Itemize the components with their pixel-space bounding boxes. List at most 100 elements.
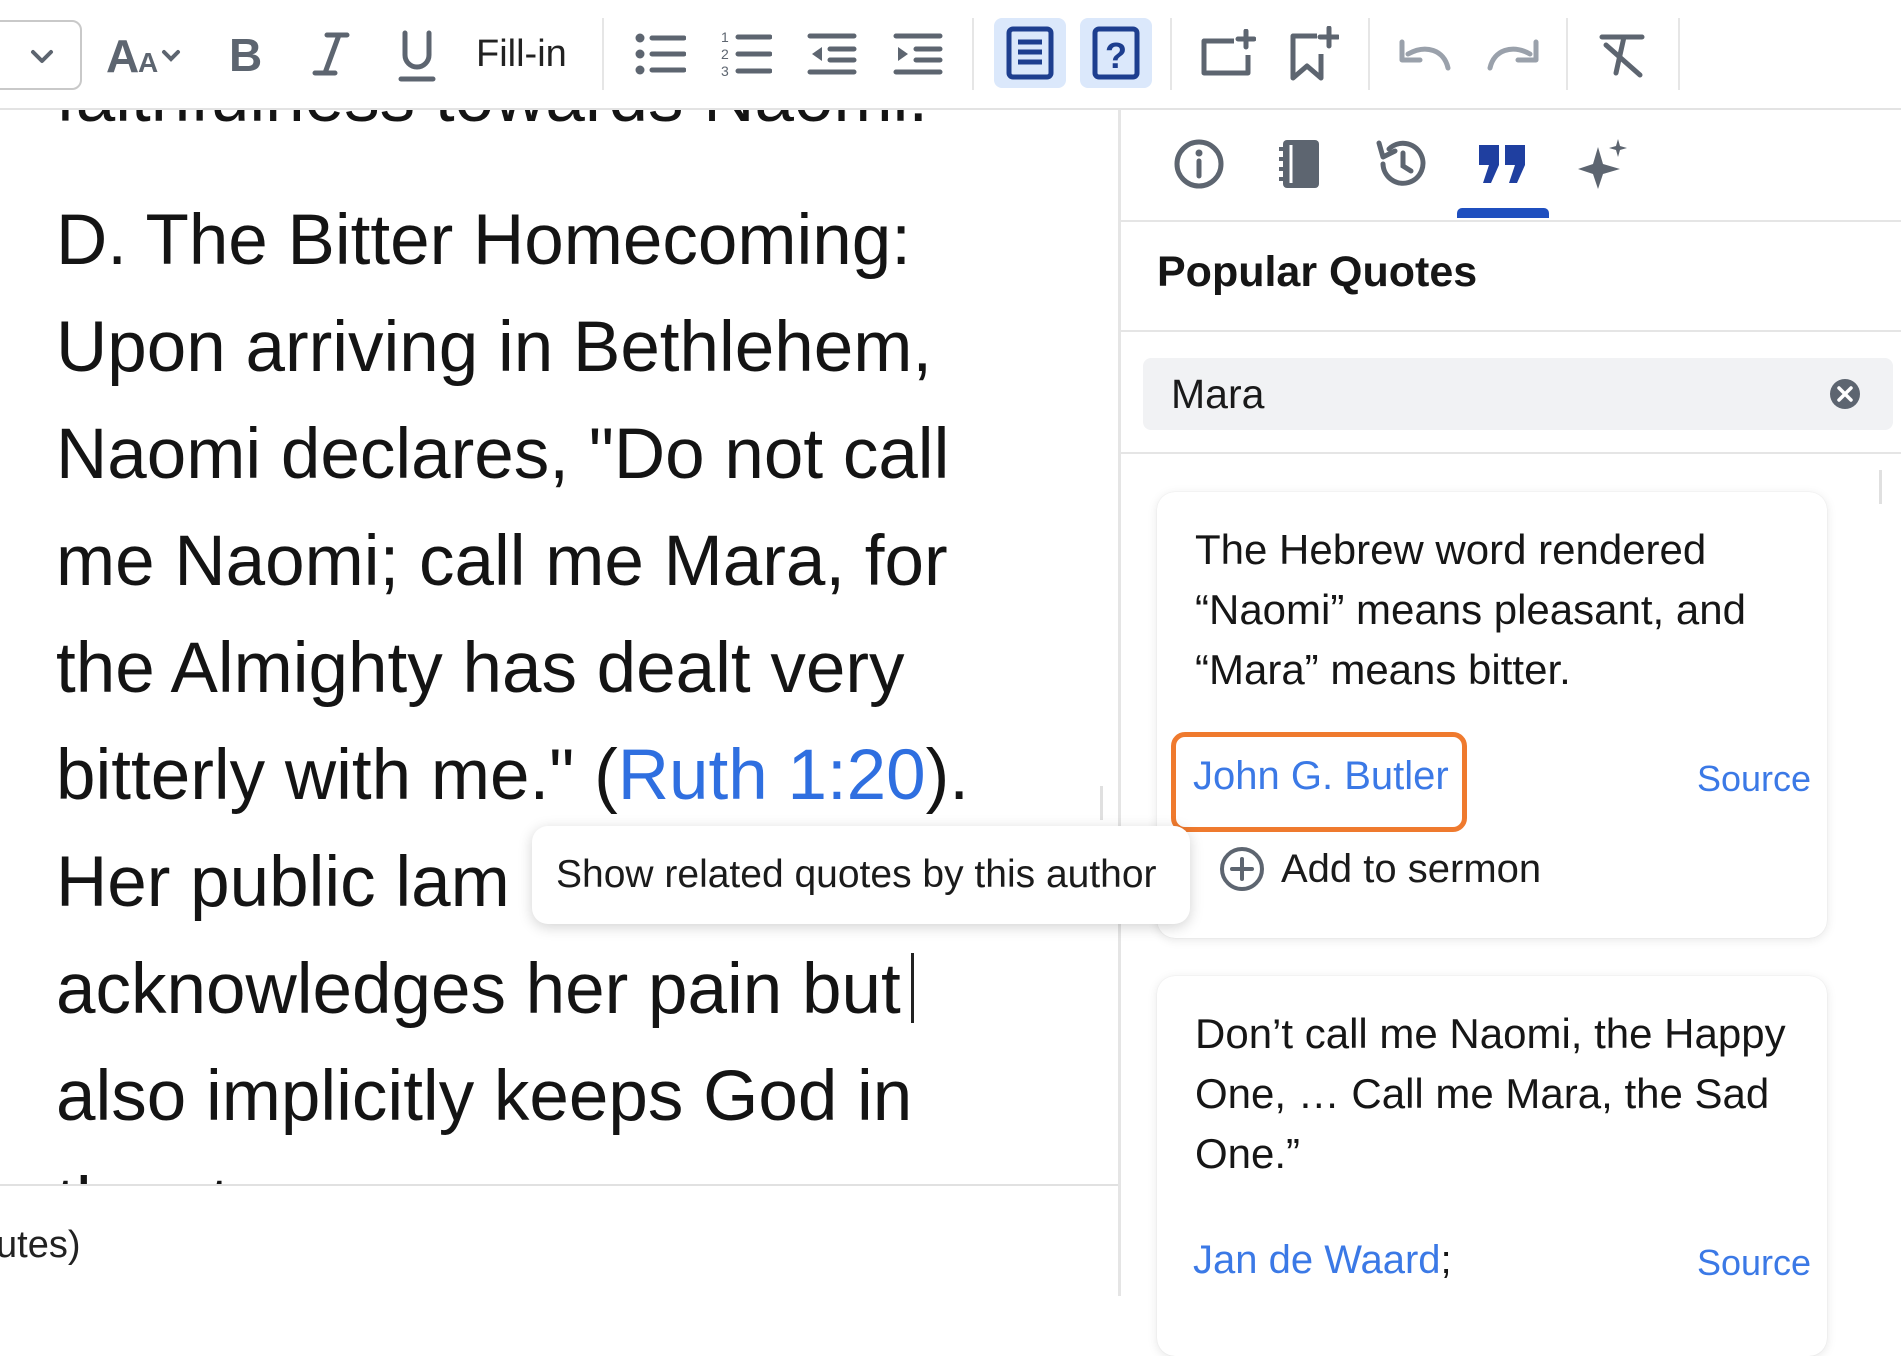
editor-toolbar: A A B Fill-in 123 ? [0,0,1901,110]
indent-button[interactable] [890,26,946,82]
section-heading: D. The Bitter Homecoming: [56,201,911,280]
editor-text-segment: ). [925,736,970,815]
panel-title: Popular Quotes [1157,248,1478,296]
numbered-list-icon: 123 [721,29,772,79]
notebook-icon [1279,140,1319,188]
font-size-button[interactable]: A A [104,26,188,82]
editor-content[interactable]: faithfulness towards Naomi. D. The Bitte… [56,108,1066,1188]
tab-info[interactable] [1149,110,1249,218]
toolbar-divider [1170,18,1172,90]
add-to-sermon-button[interactable]: Add to sermon [1219,846,1541,892]
quote-text: The Hebrew word rendered “Naomi” means p… [1195,526,1746,693]
quote-source-link[interactable]: Source [1697,758,1811,800]
sermon-editor[interactable]: faithfulness towards Naomi. D. The Bitte… [0,108,1118,1188]
toolbar-divider [1678,18,1680,90]
font-size-icon: A A [106,30,180,82]
undo-icon [1399,39,1451,71]
bullet-list-button[interactable] [632,26,688,82]
history-icon [1376,140,1426,186]
quotes-panel: Popular Quotes The Hebrew word rendered … [1118,108,1901,1356]
panel-scrollbar[interactable] [1879,470,1882,504]
bullet-list-icon [635,33,686,75]
svg-text:B: B [229,29,262,79]
quote-text: Don’t call me Naomi, the Happy One, … Ca… [1195,1010,1786,1177]
quote-author-link[interactable]: Jan de Waard; [1193,1238,1452,1283]
add-bookmark-button[interactable] [1284,24,1344,84]
editor-text-segment: acknowledges her pain but [56,950,901,1029]
outdent-icon [807,33,857,75]
italic-icon [312,32,350,76]
author-separator: ; [1440,1238,1452,1282]
italic-button[interactable] [306,26,356,82]
author-name[interactable]: Jan de Waard [1193,1238,1441,1282]
toolbar-divider [1368,18,1370,90]
add-to-sermon-label: Add to sermon [1281,846,1542,891]
quote-source-link[interactable]: Source [1697,1242,1811,1284]
author-tooltip: Show related quotes by this author [532,826,1190,924]
editor-line: me Naomi; call me Mara, for [56,522,948,601]
info-icon [1174,139,1224,189]
toolbar-divider [602,18,604,90]
editor-scrollbar[interactable] [1100,786,1103,820]
scripture-reference-link[interactable]: Ruth 1:20 [618,736,926,815]
tooltip-text: Show related quotes by this author [556,853,1157,896]
editor-line-partial: faithfulness towards Naomi. [56,108,1066,151]
add-slide-button[interactable] [1198,26,1258,82]
numbered-list-button[interactable]: 123 [718,26,774,82]
underline-button[interactable] [392,26,442,88]
quote-icon [1479,145,1525,183]
panel-tab-bar [1121,108,1901,222]
text-block-button[interactable] [994,18,1066,88]
quote-search-box [1143,358,1893,430]
editor-line: the Almighty has dealt very [56,629,905,708]
editor-line: also implicitly keeps God in [56,1057,913,1136]
svg-text:A: A [106,30,139,82]
toolbar-divider [1566,18,1568,90]
svg-text:3: 3 [721,63,729,79]
bold-button[interactable]: B [220,26,270,82]
svg-text:2: 2 [721,46,729,62]
plus-circle-icon [1220,847,1264,891]
clear-format-button[interactable] [1592,26,1652,82]
editor-line: Naomi declares, "Do not call [56,415,950,494]
editor-line: acknowledges her pain but [56,936,1066,1043]
indent-icon [893,33,943,75]
outdent-button[interactable] [804,26,860,82]
divider [1121,330,1901,332]
svg-text:A: A [138,47,158,78]
redo-icon [1487,39,1539,71]
add-slide-icon [1201,29,1256,76]
toolbar-divider [972,18,974,90]
svg-text:?: ? [1105,35,1127,76]
clear-search-button[interactable] [1829,378,1861,410]
quote-card: The Hebrew word rendered “Naomi” means p… [1157,492,1827,938]
editor-text-segment: bitterly with me." ( [56,736,618,815]
clear-format-icon [1599,34,1645,78]
clear-icon [1830,379,1860,409]
status-text: utes) [0,1224,81,1266]
add-bookmark-icon [1290,26,1339,81]
text-block-icon [1006,26,1054,80]
question-box-button[interactable]: ? [1080,18,1152,88]
quote-card: Don’t call me Naomi, the Happy One, … Ca… [1157,976,1827,1356]
editor-line: bitterly with me." (Ruth 1:20). [56,722,1066,829]
tab-ai-assist[interactable] [1553,110,1653,218]
quote-search-input[interactable] [1171,358,1771,430]
quote-author-link[interactable]: John G. Butler [1193,754,1449,799]
redo-button[interactable] [1482,28,1542,80]
editor-status-bar: utes) [0,1184,1118,1298]
underline-icon [398,30,436,82]
style-dropdown[interactable] [0,20,82,90]
chevron-down-icon [26,40,58,72]
sparkle-icon [1578,139,1627,189]
undo-button[interactable] [1396,28,1456,80]
text-caret [910,953,914,1023]
editor-line-partial: the story. [56,1150,1066,1188]
question-box-icon: ? [1092,26,1140,80]
tab-notebook[interactable] [1249,110,1349,218]
tab-history[interactable] [1351,110,1451,218]
fill-in-button[interactable]: Fill-in [476,28,567,80]
bold-icon: B [229,29,262,79]
tab-quotes[interactable] [1453,110,1553,218]
divider [1121,452,1901,454]
